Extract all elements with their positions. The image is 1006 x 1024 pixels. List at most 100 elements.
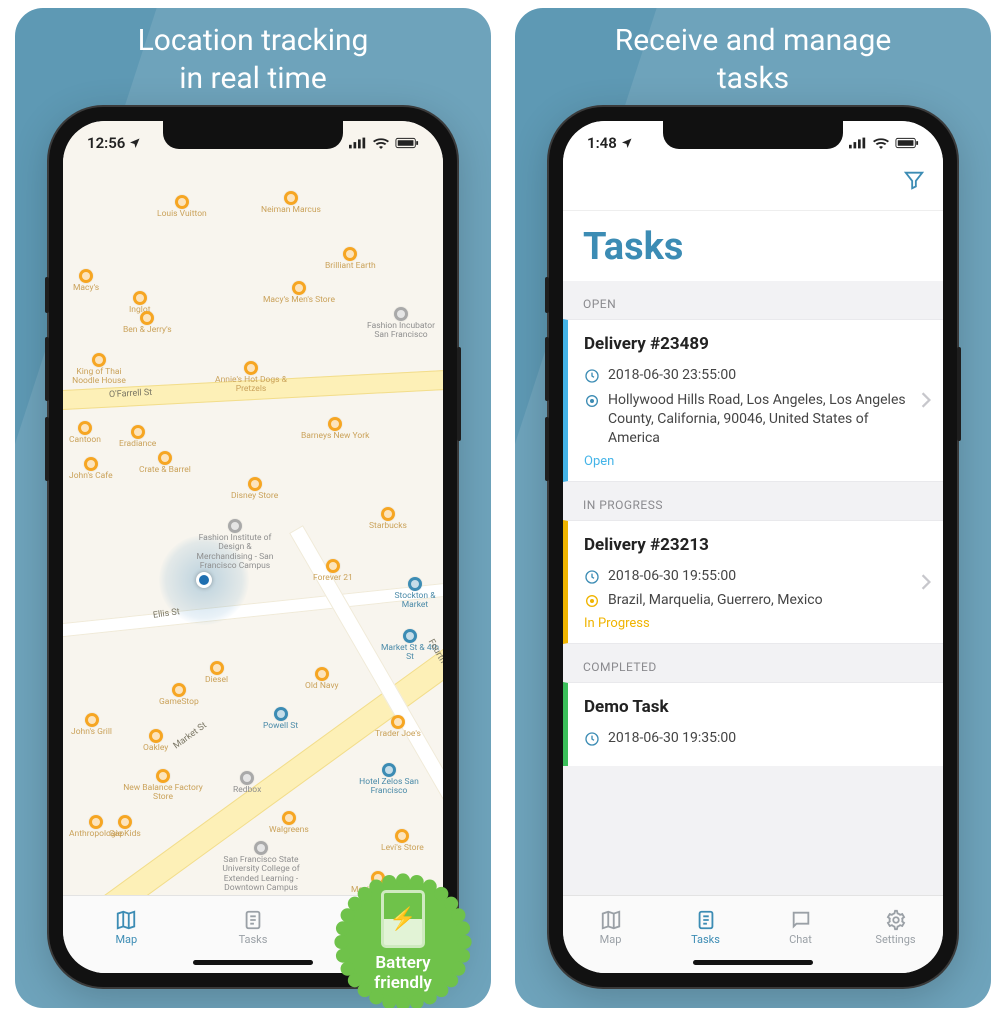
tasks-icon: [694, 909, 718, 931]
map-poi[interactable]: Starbucks: [369, 507, 407, 531]
task-time: 2018-06-30 19:55:00: [608, 567, 736, 586]
map-poi[interactable]: Fashion Incubator San Francisco: [361, 307, 441, 341]
map-poi[interactable]: Stockton & Market: [387, 577, 443, 611]
map-poi[interactable]: Diesel: [205, 661, 228, 685]
tab-tasks[interactable]: Tasks: [658, 896, 753, 959]
poi-marker-icon: [156, 769, 170, 783]
map-icon: [599, 909, 623, 931]
location-arrow-icon: [621, 137, 633, 149]
clock-icon: [584, 368, 600, 384]
map-poi[interactable]: Ben & Jerry's: [123, 311, 172, 335]
poi-marker-icon: [394, 307, 408, 321]
home-indicator[interactable]: [693, 960, 813, 965]
map-poi[interactable]: Hotel Zelos San Francisco: [349, 763, 429, 797]
map-poi[interactable]: GameStop: [159, 683, 199, 707]
poi-marker-icon: [292, 281, 306, 295]
tab-label: Chat: [789, 933, 812, 946]
poi-label: Brilliant Earth: [325, 262, 376, 271]
map-poi[interactable]: Walgreens: [269, 811, 309, 835]
map-poi[interactable]: Eradiance: [119, 425, 156, 449]
map-poi[interactable]: Neiman Marcus: [261, 191, 321, 215]
map-poi[interactable]: Disney Store: [231, 477, 278, 501]
poi-marker-icon: [84, 457, 98, 471]
task-title: Demo Task: [584, 697, 909, 717]
poi-label: Hotel Zelos San Francisco: [349, 778, 429, 797]
task-card-progress[interactable]: Delivery #23213 2018-06-30 19:55:00 Braz…: [563, 520, 943, 645]
map-poi[interactable]: Barneys New York: [301, 417, 369, 441]
poi-marker-icon: [381, 507, 395, 521]
poi-label: Macy's Men's Store: [263, 296, 335, 305]
home-indicator[interactable]: [193, 960, 313, 965]
map-poi[interactable]: New Balance Factory Store: [123, 769, 203, 803]
poi-label: Cantoon: [69, 436, 101, 445]
poi-marker-icon: [326, 559, 340, 573]
tab-label: Tasks: [691, 933, 720, 946]
poi-marker-icon: [254, 841, 268, 855]
map-poi[interactable]: Trader Joe's: [375, 715, 421, 739]
poi-marker-icon: [403, 629, 417, 643]
sticker-line1: Battery: [374, 954, 432, 974]
page-title: Tasks: [583, 225, 683, 269]
poi-label: GapKids: [109, 830, 141, 839]
map-poi[interactable]: King of Thai Noodle House: [69, 353, 129, 387]
map-poi[interactable]: John's Grill: [71, 713, 112, 737]
location-icon: [584, 593, 600, 609]
battery-friendly-sticker: Battery friendly: [333, 872, 473, 1008]
map-poi[interactable]: Redbox: [233, 771, 261, 795]
tab-tasks[interactable]: Tasks: [190, 896, 317, 959]
map-poi[interactable]: Louis Vuitton: [157, 195, 207, 219]
task-card-completed[interactable]: Demo Task 2018-06-30 19:35:00: [563, 682, 943, 766]
map-poi[interactable]: Fashion Institute of Design & Merchandis…: [195, 519, 275, 571]
map-poi[interactable]: Brilliant Earth: [325, 247, 376, 271]
map-poi[interactable]: Annie's Hot Dogs & Pretzels: [211, 361, 291, 395]
poi-label: Walgreens: [269, 826, 309, 835]
task-card-open[interactable]: Delivery #23489 2018-06-30 23:55:00 Holl…: [563, 319, 943, 482]
task-status: Open: [584, 454, 909, 469]
map-poi[interactable]: Old Navy: [305, 667, 339, 691]
tab-chat[interactable]: Chat: [753, 896, 848, 959]
map-poi[interactable]: Macy's: [73, 269, 99, 293]
cellular-icon: [849, 137, 867, 149]
poi-marker-icon: [328, 417, 342, 431]
map-poi[interactable]: Forever 21: [313, 559, 353, 583]
tab-map[interactable]: Map: [63, 896, 190, 959]
poi-marker-icon: [315, 667, 329, 681]
tab-map[interactable]: Map: [563, 896, 658, 959]
tab-settings[interactable]: Settings: [848, 896, 943, 959]
poi-label: Annie's Hot Dogs & Pretzels: [211, 376, 291, 395]
panel-title-map: Location tracking in real time: [15, 8, 491, 107]
poi-marker-icon: [118, 815, 132, 829]
map-poi[interactable]: Cantoon: [69, 421, 101, 445]
map-poi[interactable]: Oakley: [143, 729, 168, 753]
task-status: In Progress: [584, 616, 909, 631]
poi-marker-icon: [89, 815, 103, 829]
poi-label: GameStop: [159, 698, 199, 707]
map-poi[interactable]: Crate & Barrel: [139, 451, 191, 475]
poi-marker-icon: [408, 577, 422, 591]
section-open: OPEN: [563, 281, 943, 319]
road-label: Market St: [172, 721, 209, 752]
poi-marker-icon: [79, 269, 93, 283]
map-poi[interactable]: GapKids: [109, 815, 141, 839]
gear-icon: [884, 909, 908, 931]
poi-label: Diesel: [205, 676, 228, 685]
map-poi[interactable]: Levi's Store: [381, 829, 424, 853]
wifi-icon: [873, 137, 889, 149]
location-arrow-icon: [129, 137, 141, 149]
poi-marker-icon: [343, 247, 357, 261]
task-time: 2018-06-30 23:55:00: [608, 366, 736, 385]
clock-icon: [584, 569, 600, 585]
map-poi[interactable]: John's Cafe: [69, 457, 113, 481]
map-poi[interactable]: Powell St: [263, 707, 298, 731]
poi-marker-icon: [172, 683, 186, 697]
task-address: Hollywood Hills Road, Los Angeles, Los A…: [608, 391, 909, 448]
poi-marker-icon: [284, 191, 298, 205]
map-view[interactable]: Louis Vuitton Neiman Marcus Brilliant Eart…: [63, 121, 443, 895]
map-poi[interactable]: Macy's Men's Store: [263, 281, 335, 305]
map-poi[interactable]: San Francisco State University College o…: [221, 841, 301, 893]
poi-marker-icon: [244, 361, 258, 375]
poi-label: New Balance Factory Store: [123, 784, 203, 803]
filter-icon[interactable]: [903, 169, 925, 191]
tasks-list[interactable]: OPEN Delivery #23489 2018-06-30 23:55:00…: [563, 281, 943, 895]
battery-icon: [895, 137, 919, 149]
